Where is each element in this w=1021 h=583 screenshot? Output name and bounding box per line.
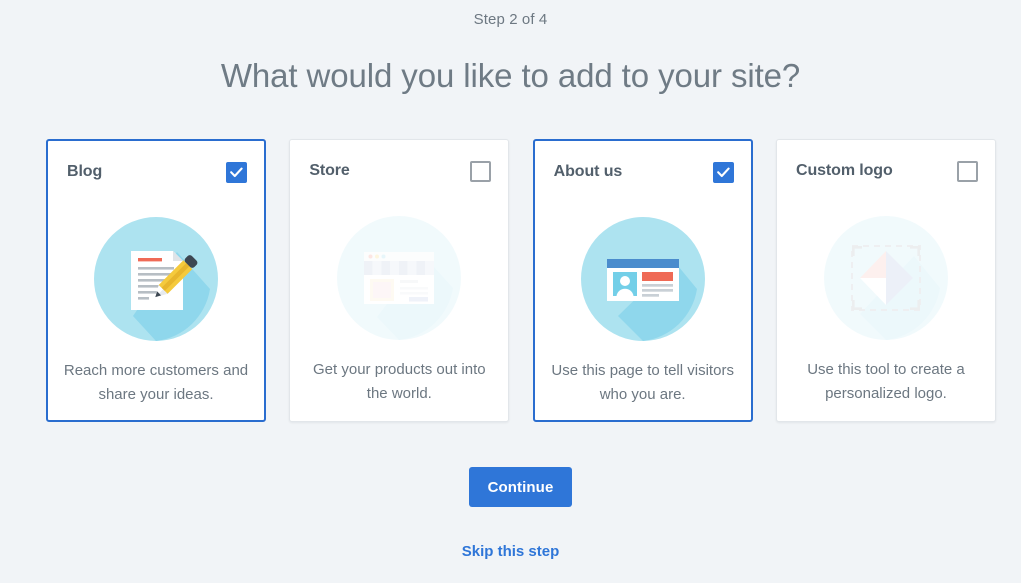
blog-document-pencil-icon [94,217,218,341]
about-us-profile-card-icon [580,217,705,341]
onboarding-page: Step 2 of 4 What would you like to add t… [0,0,1021,583]
option-card-list: Blog Reach more customers and share your… [46,139,996,422]
card-description-about-us: Use this page to tell visitors who you a… [551,362,734,403]
checkbox-about-us[interactable] [712,161,734,183]
option-card-blog[interactable]: Blog Reach more customers and share your… [46,139,266,422]
page-title: What would you like to add to your site? [220,57,801,94]
card-header-custom-logo: Custom logo [777,140,995,202]
illustration-wrap-blog [48,217,264,341]
card-title-store: Store [309,162,350,179]
option-card-about-us[interactable]: About us Use this page to tell visitors … [532,139,753,422]
check-icon [716,167,730,177]
card-title-blog: Blog [67,163,103,180]
illustration-wrap-store [290,216,508,340]
card-description-store: Get your products out into the world. [313,361,486,402]
illustration-wrap-custom-logo [777,216,995,340]
checkbox-blog[interactable] [226,161,247,183]
card-title-about-us: About us [553,163,623,180]
card-description-blog: Reach more customers and share your idea… [63,362,249,403]
checkbox-custom-logo[interactable] [956,160,978,182]
card-header-about-us: About us [535,141,751,203]
option-card-custom-logo[interactable]: Custom logo Use this tool to create a pe… [775,139,996,422]
illustration-wrap-about-us [535,217,751,341]
card-header-store: Store [290,140,508,202]
skip-this-step-link[interactable]: Skip this step [0,543,1021,560]
card-description-custom-logo: Use this tool to create a personalized l… [807,361,965,402]
continue-button[interactable]: Continue [469,467,572,507]
custom-logo-diamond-icon [823,216,948,340]
card-title-custom-logo: Custom logo [795,162,893,179]
option-card-store[interactable]: Store Get your products out into the wor… [289,139,510,422]
check-icon [230,167,243,177]
card-header-blog: Blog [48,141,264,203]
step-indicator: Step 2 of 4 [473,11,548,28]
checkbox-store[interactable] [470,160,492,182]
store-storefront-icon [337,216,462,340]
